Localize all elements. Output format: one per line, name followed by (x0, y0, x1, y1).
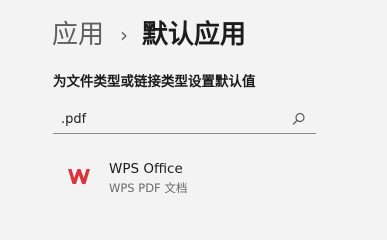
breadcrumb-separator: › (120, 23, 129, 47)
breadcrumb-apps-link[interactable]: 应用 (52, 17, 104, 53)
section-label: 为文件类型或链接类型设置默认值 (53, 74, 256, 90)
breadcrumb: 应用 › 默认应用 (52, 17, 246, 53)
search-icon[interactable] (292, 112, 306, 126)
app-description: WPS PDF 文档 (109, 181, 188, 195)
search-input[interactable] (61, 106, 281, 132)
page-title: 默认应用 (142, 20, 247, 50)
search-box (53, 106, 316, 134)
app-name: WPS Office (109, 161, 183, 177)
wps-office-icon (68, 169, 90, 184)
default-app-item[interactable]: WPS Office WPS PDF 文档 (53, 155, 353, 199)
